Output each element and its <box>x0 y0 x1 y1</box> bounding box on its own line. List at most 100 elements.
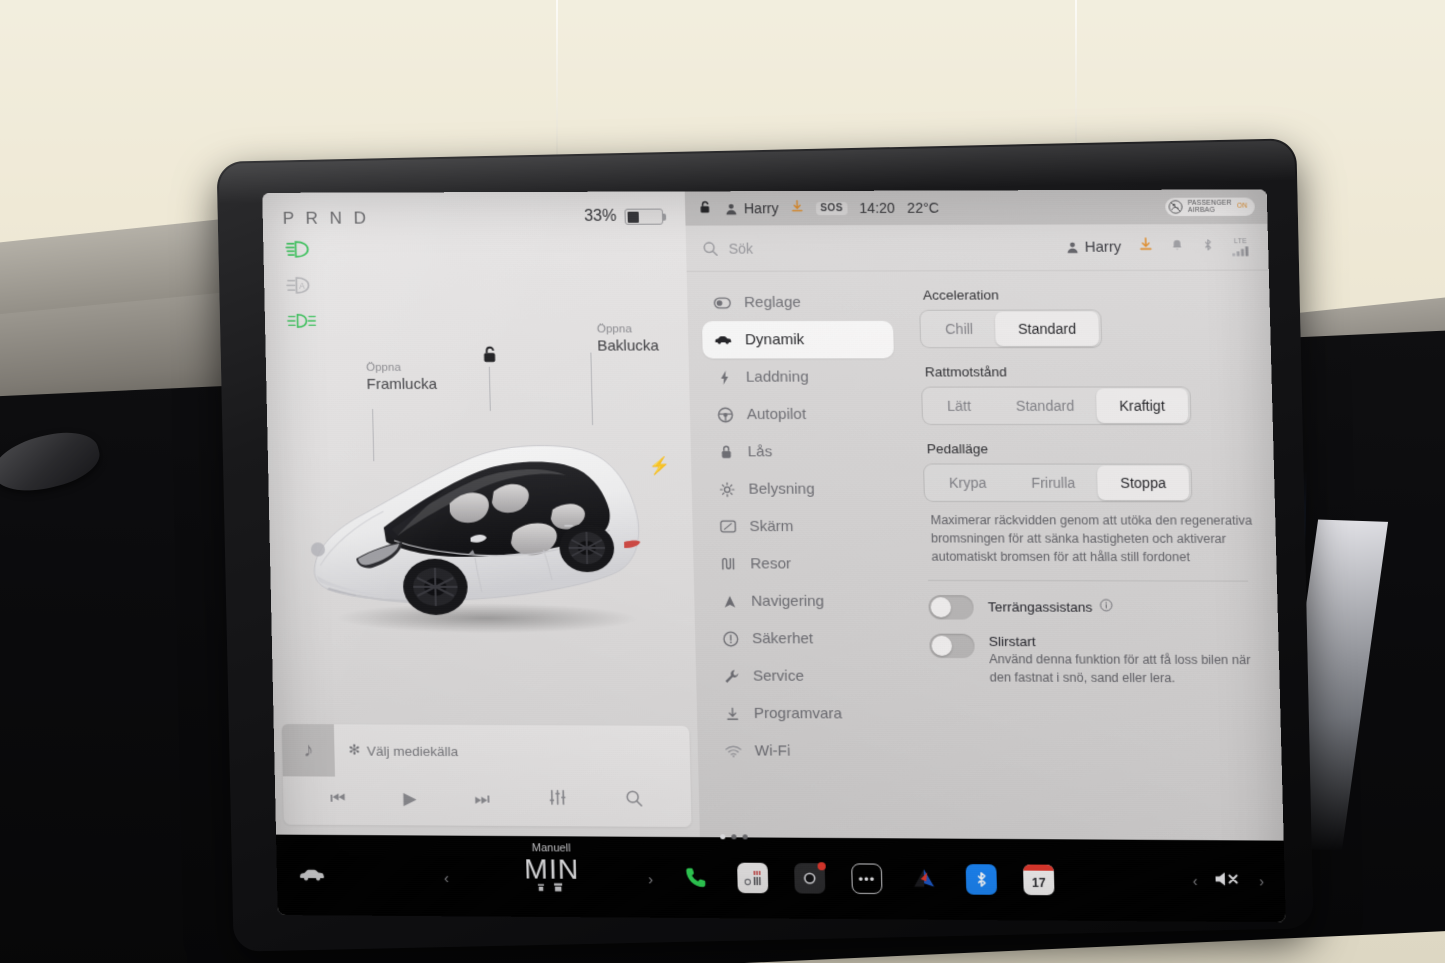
pedal-option-krypa[interactable]: Krypa <box>926 466 1009 500</box>
taskbar-apps: ••• 17 <box>680 837 1056 921</box>
navigation-arrow-icon <box>721 594 739 608</box>
slip-start-toggle[interactable] <box>929 634 975 659</box>
steering-segmented-control[interactable]: Lätt Standard Kraftigt <box>921 386 1192 426</box>
seat-heater-icons[interactable] <box>456 881 649 897</box>
sidebar-item-reglage[interactable]: Reglage <box>701 284 893 322</box>
navigation-app-icon[interactable] <box>908 864 939 895</box>
calculator-app-icon[interactable] <box>737 862 769 894</box>
next-track-button[interactable]: ⏭ <box>474 789 490 809</box>
auto-highbeam-icon: A <box>286 275 312 295</box>
media-controls: ⏮ ▶ ⏭ <box>283 776 692 827</box>
open-frunk-label-small: Öppna <box>366 361 401 374</box>
bell-icon[interactable] <box>1170 238 1184 256</box>
media-player[interactable]: ♪ ✻ Välj mediekälla ⏮ ▶ ⏭ <box>281 724 692 827</box>
car-icon <box>714 334 732 345</box>
light-icon <box>718 481 736 497</box>
settings-body: Reglage Dynamik Laddning Autopilot Lås B… <box>687 271 1284 841</box>
sidebar-item-belysning[interactable]: Belysning <box>705 470 897 508</box>
sidebar-item-navigering[interactable]: Navigering <box>708 582 900 620</box>
bolt-icon <box>715 369 733 385</box>
steering-wheel-icon <box>716 406 734 422</box>
tesla-touchscreen: P R N D 33% A Öppna Framlucka Öppna Bakl… <box>216 138 1314 952</box>
settings-nav: Reglage Dynamik Laddning Autopilot Lås B… <box>687 271 916 838</box>
bluetooth-icon[interactable] <box>1201 238 1215 256</box>
previous-track-button[interactable]: ⏮ <box>330 789 346 809</box>
vehicle-visualization[interactable]: Öppna Framlucka Öppna Baklucka ⚡ <box>265 323 697 726</box>
calendar-app-icon[interactable]: 17 <box>1022 864 1055 896</box>
pedal-option-frirulla[interactable]: Frirulla <box>1008 466 1098 501</box>
acceleration-option-standard[interactable]: Standard <box>995 311 1100 347</box>
telltale-column: A <box>263 228 688 331</box>
person-icon <box>726 203 737 215</box>
sos-button[interactable]: SOS <box>816 201 848 215</box>
battery-icon <box>624 208 664 225</box>
steering-option-latt[interactable]: Lätt <box>924 389 994 423</box>
equalizer-button[interactable] <box>548 789 568 811</box>
acceleration-segmented-control[interactable]: Chill Standard <box>919 309 1103 349</box>
slip-start-description: Använd denna funktion för att få loss bi… <box>989 652 1251 686</box>
car-icon[interactable] <box>299 862 326 888</box>
sidebar-item-label: Resor <box>750 555 792 573</box>
more-apps-icon[interactable]: ••• <box>851 863 883 895</box>
unlocked-padlock-icon[interactable] <box>697 199 713 217</box>
trips-icon <box>720 556 738 571</box>
phone-app-icon[interactable] <box>680 862 711 893</box>
volume-increase-button[interactable]: › <box>1259 873 1264 889</box>
bluetooth-app-icon[interactable] <box>965 864 998 895</box>
sidebar-item-dynamik[interactable]: Dynamik <box>701 320 894 359</box>
camera-app-icon[interactable] <box>794 863 826 894</box>
sidebar-item-label: Service <box>752 667 805 685</box>
open-trunk-callout[interactable]: Öppna Baklucka <box>597 322 659 356</box>
climate-control[interactable]: Manuell MIN <box>455 834 748 898</box>
battery-indicator[interactable]: 33% <box>584 208 664 226</box>
driver-profile[interactable]: Harry <box>724 200 779 216</box>
sidebar-item-sakerhet[interactable]: Säkerhet <box>709 620 901 658</box>
drive-panel: P R N D 33% A Öppna Framlucka Öppna Bakl… <box>262 191 700 838</box>
fog-light-icon <box>286 311 316 331</box>
dynamics-settings: Acceleration Chill Standard Rattmotstånd… <box>902 271 1284 841</box>
display-icon <box>719 520 737 533</box>
unlocked-padlock-icon[interactable] <box>479 345 500 370</box>
steering-option-standard[interactable]: Standard <box>993 389 1097 423</box>
info-icon[interactable] <box>1099 599 1113 615</box>
sidebar-item-label: Laddning <box>745 368 809 386</box>
sidebar-item-skarm[interactable]: Skärm <box>706 508 898 546</box>
vehicle-image <box>295 419 671 634</box>
sidebar-item-service[interactable]: Service <box>710 657 902 695</box>
pedal-segmented-control[interactable]: Krypa Frirulla Stoppa <box>923 463 1193 503</box>
media-search-button[interactable] <box>625 789 644 812</box>
search-input[interactable]: Sök <box>728 240 753 256</box>
climate-increase-button[interactable]: › <box>648 871 653 888</box>
slip-start-row[interactable]: Slirstart Använd denna funktion för att … <box>927 634 1257 688</box>
volume-muted-icon[interactable] <box>1214 869 1243 893</box>
offroad-assist-toggle[interactable] <box>928 595 974 620</box>
steering-label: Rattmotstånd <box>924 364 1008 380</box>
passenger-airbag-indicator: PASSENGER AIRBAG ON <box>1165 197 1256 217</box>
offroad-assist-row[interactable]: Terrängassistans <box>926 595 1255 620</box>
open-trunk-label-small: Öppna <box>596 323 632 336</box>
profile-button[interactable]: Harry <box>1065 239 1121 255</box>
bluetooth-icon: ✻ <box>348 742 361 758</box>
sidebar-item-resor[interactable]: Resor <box>707 545 899 583</box>
software-download-icon[interactable] <box>791 200 805 216</box>
pedal-option-stoppa[interactable]: Stoppa <box>1097 465 1190 501</box>
acceleration-option-chill[interactable]: Chill <box>922 312 996 346</box>
climate-decrease-button[interactable]: ‹ <box>444 870 449 887</box>
offroad-assist-label: Terrängassistans <box>987 599 1093 615</box>
sidebar-item-las[interactable]: Lås <box>705 433 897 470</box>
bottom-taskbar: Manuell MIN ‹ › ••• 17 ‹ › <box>276 834 1286 923</box>
media-source-selector[interactable]: ✻ Välj mediekälla <box>334 742 458 759</box>
open-frunk-callout[interactable]: Öppna Framlucka <box>366 361 437 395</box>
slip-start-label: Slirstart <box>988 634 1036 650</box>
sidebar-item-wifi[interactable]: Wi-Fi <box>712 732 904 770</box>
sidebar-item-laddning[interactable]: Laddning <box>703 358 895 395</box>
toggle-icon <box>714 297 732 309</box>
volume-decrease-button[interactable]: ‹ <box>1192 873 1197 889</box>
search-bar[interactable]: Sök Harry LTE <box>685 223 1269 272</box>
sidebar-item-programvara[interactable]: Programvara <box>711 695 903 733</box>
download-icon[interactable] <box>1138 237 1153 256</box>
sidebar-item-autopilot[interactable]: Autopilot <box>704 396 896 433</box>
play-button[interactable]: ▶ <box>403 789 417 809</box>
lte-signal-icon[interactable]: LTE <box>1232 238 1250 256</box>
steering-option-kraftigt[interactable]: Kraftigt <box>1096 388 1188 423</box>
